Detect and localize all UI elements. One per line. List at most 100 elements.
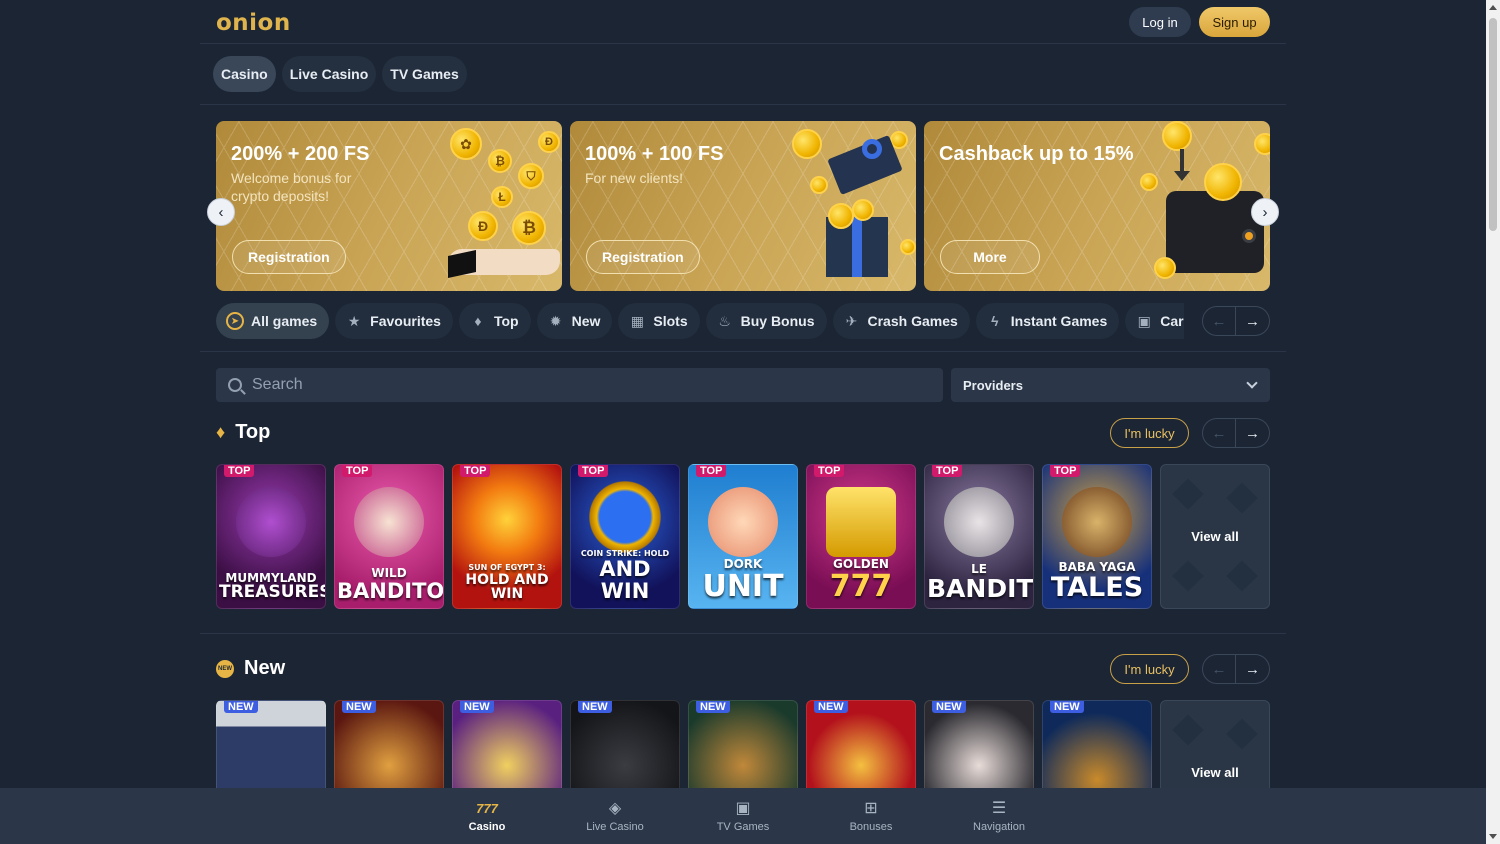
top-prev-button[interactable]: ← bbox=[1202, 418, 1236, 448]
promo-banner-cashback[interactable]: Cashback up to 15% More bbox=[924, 121, 1270, 291]
category-favourites[interactable]: ★ Favourites bbox=[335, 303, 453, 339]
game-card[interactable]: TOP SUN OF EGYPT 3: HOLD AND WIN bbox=[452, 464, 562, 609]
bottom-nav-live-casino[interactable]: ◈ Live Casino bbox=[560, 788, 670, 844]
game-card[interactable]: TOP MUMMYLAND TREASURES bbox=[216, 464, 326, 609]
scroll-down-icon[interactable] bbox=[1489, 834, 1497, 839]
tab-casino[interactable]: Casino bbox=[213, 56, 276, 92]
category-cards[interactable]: ▣ Cards bbox=[1125, 303, 1184, 339]
bottom-nav-tv-games[interactable]: ▣ TV Games bbox=[688, 788, 798, 844]
game-card[interactable]: TOP BABA YAGA TALES bbox=[1042, 464, 1152, 609]
promo-banner-new-clients[interactable]: 100% + 100 FS For new clients! Registrat… bbox=[570, 121, 916, 291]
dash-coin-icon: Ð bbox=[538, 131, 560, 153]
new-scroll-controls: ← → bbox=[1202, 654, 1270, 684]
flame-icon: ♦ bbox=[216, 422, 226, 442]
view-all-top-button[interactable]: View all bbox=[1160, 464, 1270, 609]
im-lucky-button[interactable]: I'm lucky bbox=[1110, 654, 1189, 684]
section-title-new: NEW New bbox=[216, 657, 285, 680]
heart-icon bbox=[1226, 482, 1258, 514]
compass-icon: ➤ bbox=[226, 312, 244, 330]
search-icon bbox=[228, 378, 242, 392]
tab-live-casino[interactable]: Live Casino bbox=[281, 56, 377, 92]
game-title: BABA YAGA TALES bbox=[1050, 560, 1144, 603]
scroll-up-icon[interactable] bbox=[1489, 5, 1497, 10]
category-buy-bonus[interactable]: ♨ Buy Bonus bbox=[705, 303, 827, 339]
category-label: All games bbox=[251, 313, 318, 329]
flame-icon: ♦ bbox=[474, 313, 482, 329]
arrow-right-icon: → bbox=[1245, 312, 1260, 330]
category-all-games[interactable]: ➤ All games bbox=[216, 303, 330, 339]
game-card[interactable]: TOP WILD BANDITO bbox=[334, 464, 444, 609]
arrow-left-icon: ← bbox=[1211, 660, 1227, 678]
arrow-left-icon: ← bbox=[1211, 424, 1227, 442]
banner-prev-button[interactable]: ‹ bbox=[207, 198, 235, 226]
bottom-nav-label: TV Games bbox=[716, 821, 770, 833]
down-arrow-head-icon bbox=[1174, 171, 1190, 181]
login-button[interactable]: Log in bbox=[1129, 7, 1191, 37]
spade-icon bbox=[1172, 560, 1204, 592]
banner-subtitle: Welcome bonus for crypto deposits! bbox=[231, 170, 352, 204]
top-next-button[interactable]: → bbox=[1236, 418, 1270, 448]
registration-button[interactable]: Registration bbox=[586, 240, 700, 274]
dash-coin-icon: Ð bbox=[468, 211, 498, 241]
more-button[interactable]: More bbox=[940, 240, 1040, 274]
category-instant-games[interactable]: ϟ Instant Games bbox=[975, 303, 1120, 339]
game-title: SUN OF EGYPT 3: HOLD AND WIN bbox=[465, 563, 549, 603]
category-crash-games[interactable]: ✈ Crash Games bbox=[832, 303, 970, 339]
registration-button[interactable]: Registration bbox=[232, 240, 346, 274]
category-label: Slots bbox=[653, 313, 688, 329]
page-scrollbar[interactable] bbox=[1486, 0, 1500, 844]
category-slots[interactable]: ▦ Slots bbox=[618, 303, 700, 339]
game-art bbox=[354, 487, 424, 557]
chevron-left-icon: ‹ bbox=[218, 203, 224, 221]
shield-coin-icon: ⛉ bbox=[518, 163, 544, 189]
bottom-nav-navigation[interactable]: ☰ Navigation bbox=[944, 788, 1054, 844]
new-badge: NEW bbox=[460, 701, 494, 713]
bottom-navigation: 777 Casino ◈ Live Casino ▣ TV Games ⊞ Bo… bbox=[0, 788, 1486, 844]
signup-button[interactable]: Sign up bbox=[1199, 7, 1270, 37]
bottom-nav-casino[interactable]: 777 Casino bbox=[432, 788, 542, 844]
tab-tv-games[interactable]: TV Games bbox=[382, 56, 467, 92]
game-title: MUMMYLAND TREASURES bbox=[219, 570, 326, 603]
divider bbox=[200, 104, 1286, 105]
bonus-icon: ♨ bbox=[718, 312, 731, 329]
category-scroll-controls: ← → bbox=[1202, 306, 1270, 336]
bottom-nav-bonuses[interactable]: ⊞ Bonuses bbox=[816, 788, 926, 844]
category-new[interactable]: ✹ New bbox=[536, 303, 613, 339]
providers-dropdown[interactable]: Providers bbox=[951, 368, 1270, 402]
banner-subtitle: For new clients! bbox=[585, 170, 684, 186]
banner-next-button[interactable]: › bbox=[1251, 198, 1279, 226]
category-prev-button[interactable]: ← bbox=[1202, 306, 1236, 336]
category-label: New bbox=[571, 313, 601, 329]
top-badge: TOP bbox=[460, 465, 491, 477]
category-next-button[interactable]: → bbox=[1236, 306, 1270, 336]
game-card[interactable]: TOP GOLDEN 777 bbox=[806, 464, 916, 609]
search-bar bbox=[216, 368, 943, 402]
bottom-nav-label: Bonuses bbox=[849, 821, 893, 833]
bitcoin-coin-icon: ₿ bbox=[488, 149, 512, 173]
top-scroll-controls: ← → bbox=[1202, 418, 1270, 448]
category-top[interactable]: ♦ Top bbox=[458, 303, 531, 339]
promo-banner-crypto[interactable]: ✿ ₿ ⛉ Ł Ð ₿ Ð 200% + 200 FS Welcome bonu… bbox=[216, 121, 562, 291]
onion-logo[interactable]: onion bbox=[216, 10, 291, 36]
game-title: DORK UNIT bbox=[702, 556, 784, 604]
game-card[interactable]: TOP DORK UNIT bbox=[688, 464, 798, 609]
new-prev-button[interactable]: ← bbox=[1202, 654, 1236, 684]
new-next-button[interactable]: → bbox=[1236, 654, 1270, 684]
new-badge: NEW bbox=[342, 701, 376, 713]
new-badge: NEW bbox=[932, 701, 966, 713]
providers-label: Providers bbox=[963, 377, 1023, 393]
diamond-icon bbox=[1226, 560, 1258, 592]
search-input[interactable] bbox=[252, 376, 902, 394]
arrow-right-icon: → bbox=[1245, 424, 1260, 442]
game-card[interactable]: TOP LE BANDIT bbox=[924, 464, 1034, 609]
top-badge: TOP bbox=[932, 465, 963, 477]
im-lucky-button[interactable]: I'm lucky bbox=[1110, 418, 1189, 448]
gold-coin-icon bbox=[828, 203, 854, 229]
arrow-right-icon: → bbox=[1245, 660, 1260, 678]
gift-icon: ⊞ bbox=[864, 800, 878, 817]
scrollbar-thumb[interactable] bbox=[1489, 18, 1497, 231]
game-card[interactable]: TOP COIN STRIKE: HOLD AND WIN bbox=[570, 464, 680, 609]
new-badge-icon: NEW bbox=[216, 659, 234, 678]
section-title-text: Top bbox=[235, 421, 271, 443]
section-title-top: ♦ Top bbox=[216, 421, 270, 444]
